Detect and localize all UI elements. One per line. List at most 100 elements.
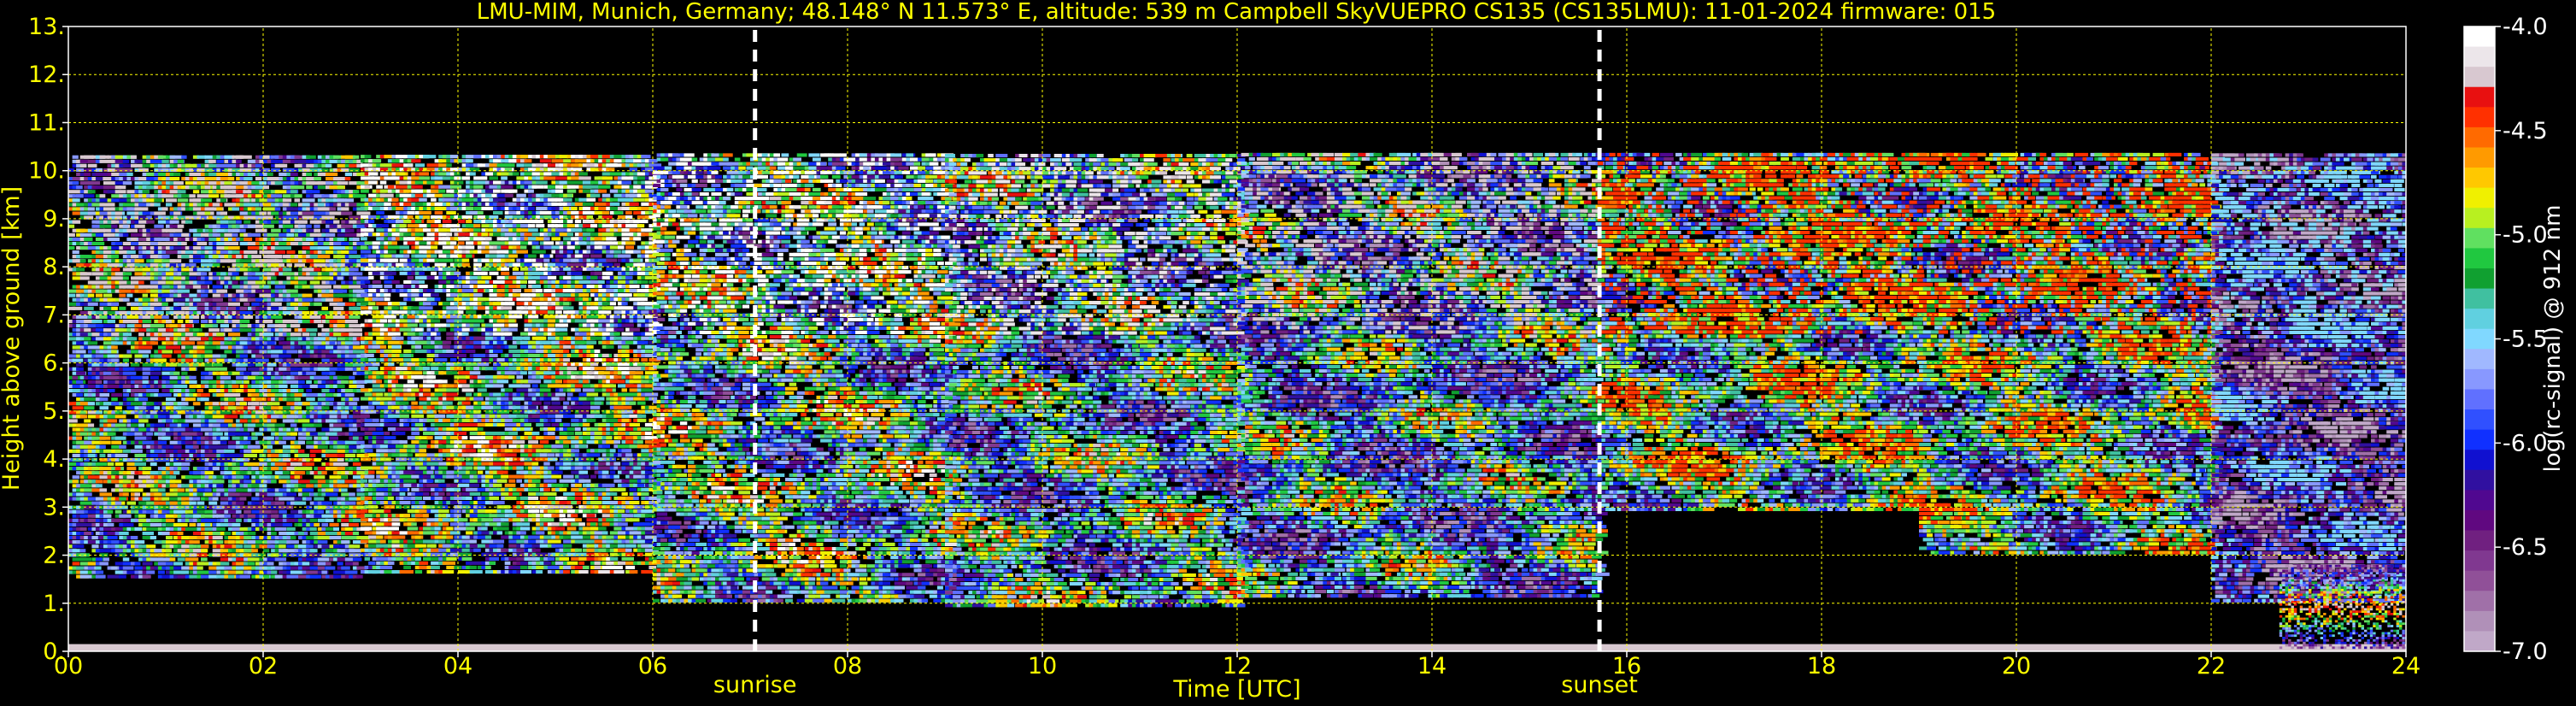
heatmap-cell [158,268,167,271]
heatmap-cell [178,190,186,193]
heatmap-cell [84,532,91,535]
heatmap-cell [88,303,98,306]
heatmap-cell [295,475,301,479]
heatmap-cell [271,229,281,232]
heatmap-cell [135,527,143,531]
heatmap-cell [173,567,182,570]
heatmap-cell [193,320,199,323]
heatmap-cell [228,571,238,574]
heatmap-cell [170,177,180,180]
heatmap-cell [135,540,145,544]
heatmap-cell [302,385,311,388]
heatmap-cell [220,437,229,440]
heatmap-cell [306,177,315,180]
heatmap-cell [353,190,360,193]
heatmap-cell [178,557,185,561]
heatmap-cell [271,303,282,306]
heatmap-cell [201,397,209,401]
heatmap-cell [361,415,370,418]
heatmap-cell [161,168,168,172]
heatmap-cell [216,298,223,302]
heatmap-cell [185,397,196,401]
heatmap-cell [135,567,144,570]
heatmap-cell [353,562,359,565]
heatmap-cell [236,519,242,522]
heatmap-cell [353,557,362,561]
heatmap-cell [158,488,166,491]
heatmap-cell [337,454,345,457]
heatmap-cell [108,536,118,539]
heatmap-cell [356,194,366,197]
heatmap-cell [84,173,91,176]
heatmap-cell [240,419,248,422]
heatmap-cell [115,467,121,470]
heatmap-cell [361,245,367,249]
heatmap-cell [271,510,279,514]
heatmap-cell [330,389,336,392]
heatmap-cell [271,467,279,470]
heatmap-cell [263,320,273,323]
heatmap-cell [279,441,286,444]
heatmap-cell [248,276,260,279]
heatmap-cell [244,479,251,483]
heatmap-cell [154,424,165,427]
heatmap-cell [302,311,310,315]
heatmap-cell [365,155,372,158]
heatmap-cell [224,276,230,279]
heatmap-cell [205,324,214,327]
heatmap-cell [173,276,181,279]
heatmap-cell [173,298,185,302]
heatmap-cell [244,221,250,224]
heatmap-cell [166,549,172,552]
heatmap-cell [228,397,236,401]
heatmap-cell [232,523,241,527]
heatmap-cell [333,544,346,548]
heatmap-cell [123,332,132,336]
heatmap-cell [349,285,362,289]
heatmap-cell [232,229,239,232]
heatmap-cell [96,567,102,570]
heatmap-cell [298,380,305,384]
heatmap-cell [146,532,154,535]
heatmap-cell [126,294,132,297]
heatmap-cell [333,156,342,159]
heatmap-cell [306,462,314,466]
heatmap-cell [295,471,306,474]
heatmap-cell [271,315,283,319]
heatmap-cell [353,397,360,401]
heatmap-cell [73,549,80,552]
heatmap-cell [135,437,149,440]
heatmap-cell [100,488,108,491]
heatmap-cell [279,337,285,340]
heatmap-cell [290,324,300,327]
heatmap-cell [68,225,74,228]
heatmap-cell [240,229,246,232]
heatmap-cell [205,519,217,522]
heatmap-cell [216,164,228,168]
heatmap-cell [100,454,106,457]
heatmap-cell [135,225,145,228]
heatmap-cell [306,393,318,397]
heatmap-cell [286,380,298,384]
heatmap-cell [158,311,164,315]
heatmap-cell [321,406,329,409]
heatmap-cell [119,294,126,297]
heatmap-cell [224,471,232,474]
heatmap-cell [248,294,255,297]
heatmap-cell [275,567,284,570]
heatmap-cell [240,320,250,323]
heatmap-cell [115,242,123,245]
heatmap-cell [185,557,199,561]
heatmap-cell [111,268,120,271]
heatmap-cell [80,259,86,262]
heatmap-cell [341,567,350,570]
heatmap-cell [236,488,249,491]
heatmap-cell [150,519,162,522]
heatmap-cell [279,475,290,479]
heatmap-cell [240,259,252,262]
heatmap-cell [333,307,343,310]
heatmap-cell [353,350,367,353]
heatmap-cell [80,575,94,579]
heatmap-cell [96,484,103,487]
heatmap-cell [326,355,337,358]
